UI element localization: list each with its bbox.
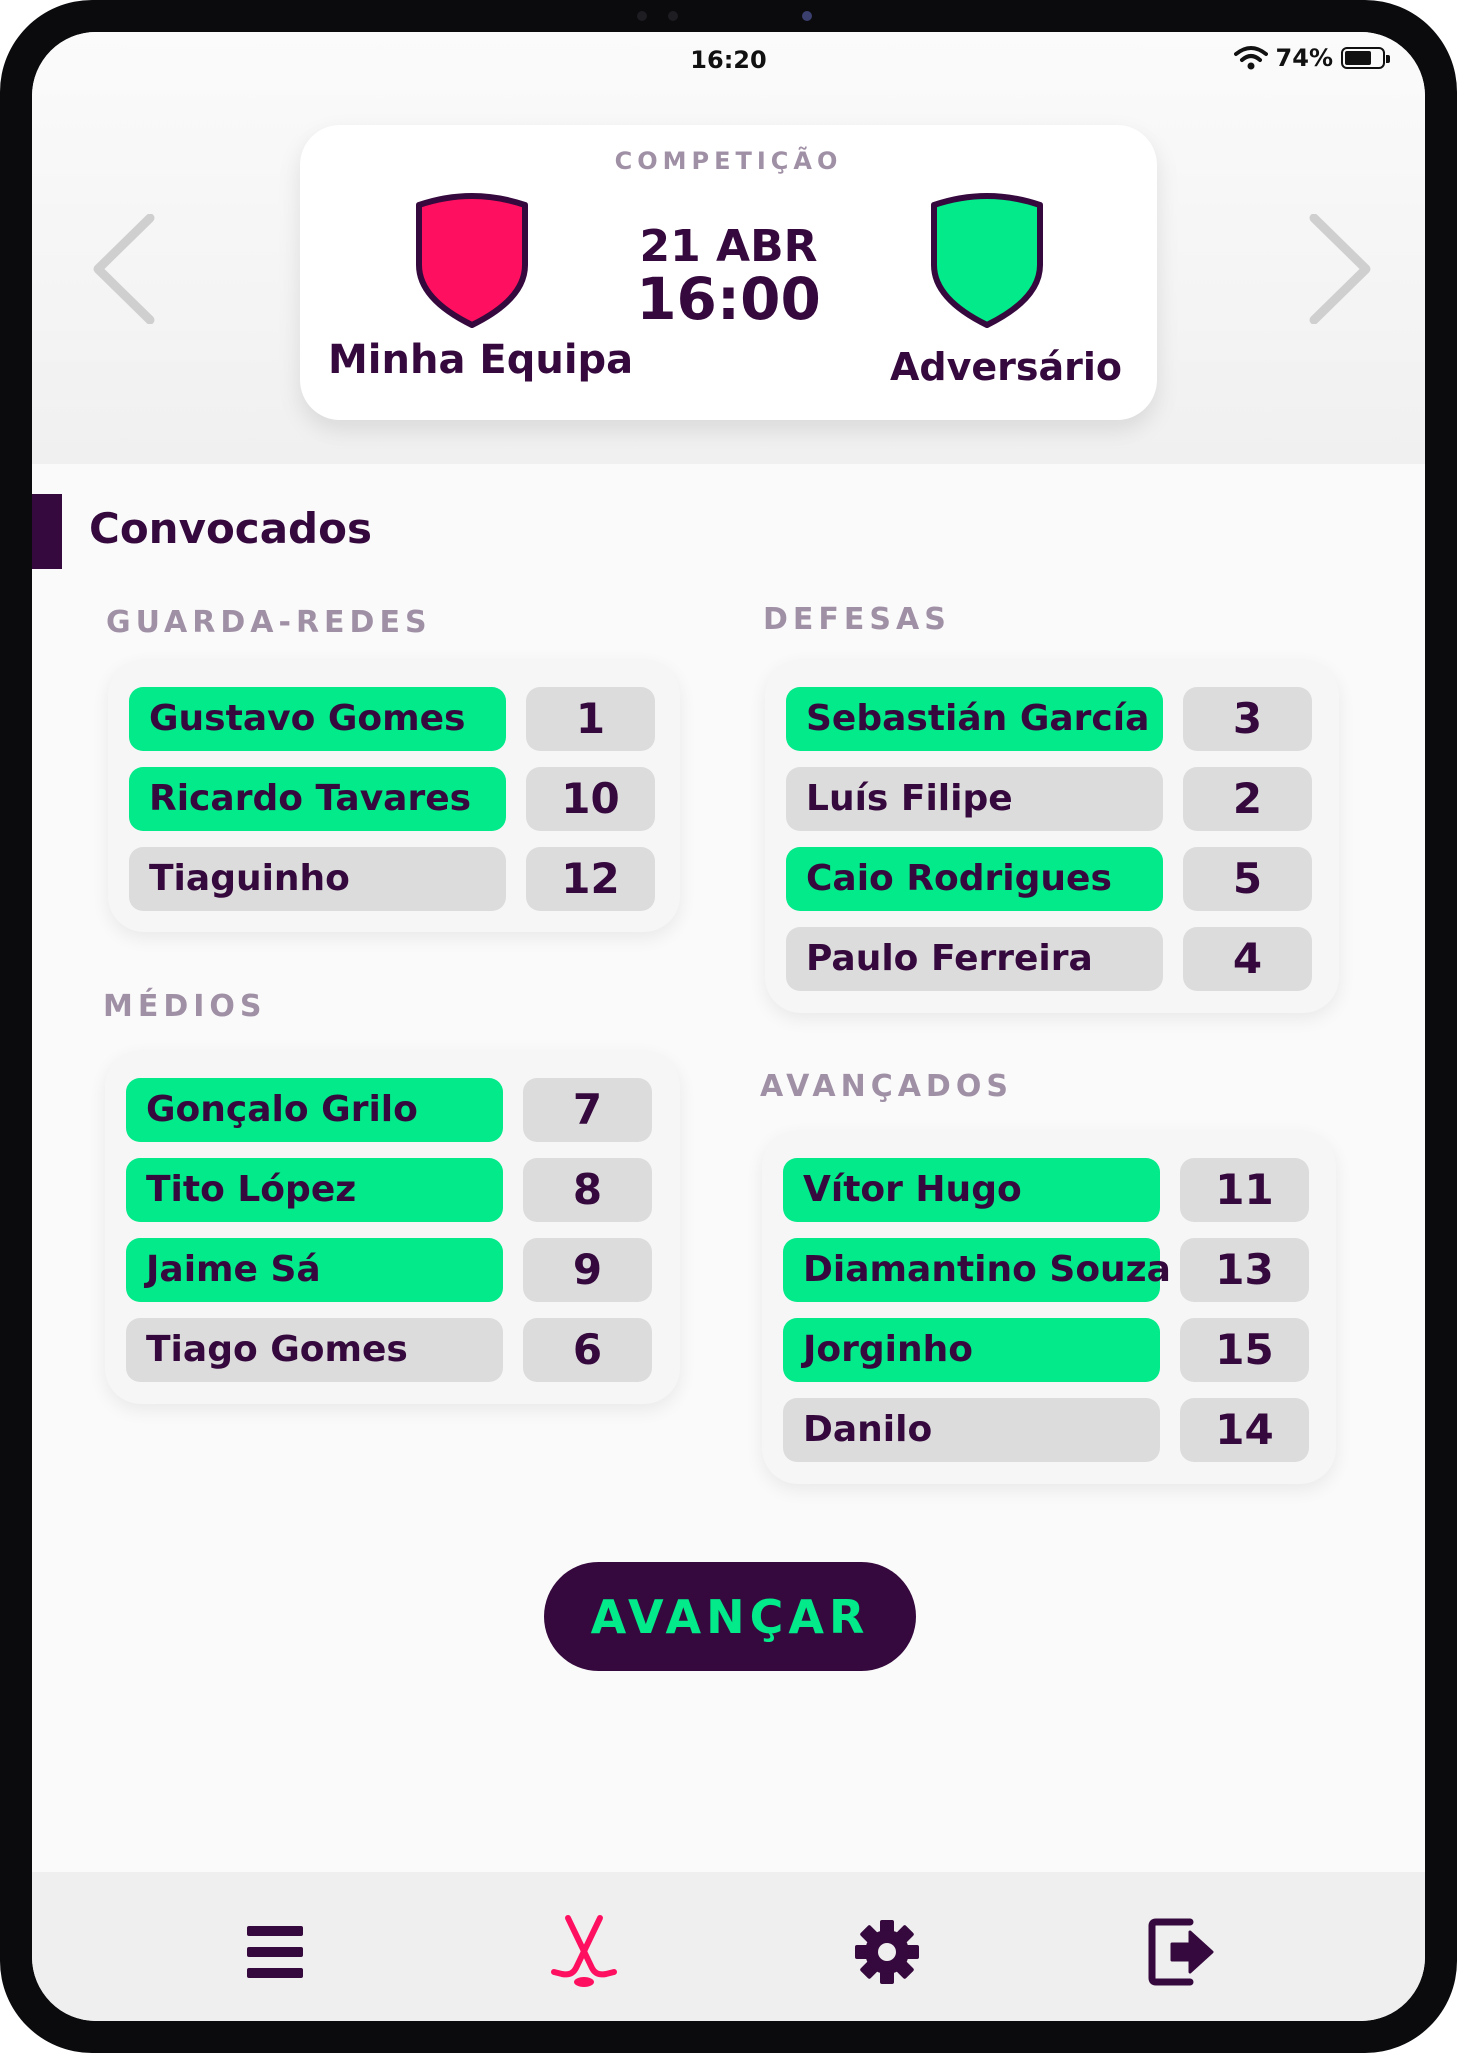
player-row[interactable]: Gustavo Gomes 1	[129, 687, 655, 751]
group-label-defenders: DEFESAS	[763, 602, 951, 637]
player-name[interactable]: Caio Rodrigues	[786, 847, 1163, 911]
section-accent-bar	[32, 494, 62, 569]
battery-icon	[1341, 47, 1390, 69]
player-number: 15	[1180, 1318, 1309, 1382]
player-row[interactable]: Danilo 14	[783, 1398, 1309, 1462]
player-name[interactable]: Tiaguinho	[129, 847, 506, 911]
group-midfielders: Gonçalo Grilo 7 Tito López 8 Jaime Sá 9 Tiago …	[105, 1051, 680, 1404]
player-name[interactable]: Tito López	[126, 1158, 503, 1222]
battery-percent: 74%	[1275, 44, 1333, 72]
group-goalkeepers: Gustavo Gomes 1 Ricardo Tavares 10 Tiaguinho…	[108, 660, 680, 932]
previous-match-icon[interactable]	[88, 214, 158, 324]
player-number: 11	[1180, 1158, 1309, 1222]
section-title: Convocados	[89, 504, 372, 553]
sensor-dot	[637, 11, 647, 21]
player-name[interactable]: Ricardo Tavares	[129, 767, 506, 831]
away-team-shield-icon	[931, 193, 1043, 328]
player-name[interactable]: Vítor Hugo	[783, 1158, 1160, 1222]
group-defenders: Sebastián García 3 Luís Filipe 2 Caio Rodrig…	[765, 660, 1339, 1013]
next-match-icon[interactable]	[1306, 214, 1376, 324]
wifi-icon	[1233, 46, 1268, 70]
player-row[interactable]: Ricardo Tavares 10	[129, 767, 655, 831]
player-number: 5	[1183, 847, 1312, 911]
player-row[interactable]: Diamantino Souza 13	[783, 1238, 1309, 1302]
player-number: 7	[523, 1078, 652, 1142]
player-number: 10	[526, 767, 655, 831]
player-number: 1	[526, 687, 655, 751]
player-row[interactable]: Tiago Gomes 6	[126, 1318, 652, 1382]
group-label-goalkeepers: GUARDA-REDES	[106, 605, 432, 640]
status-indicators: 74%	[1233, 44, 1390, 72]
battery-level	[1345, 51, 1371, 65]
player-name[interactable]: Jorginho	[783, 1318, 1160, 1382]
player-row[interactable]: Paulo Ferreira 4	[786, 927, 1312, 991]
gear-icon[interactable]	[847, 1912, 927, 1992]
camera	[802, 11, 812, 21]
player-number: 2	[1183, 767, 1312, 831]
player-name[interactable]: Tiago Gomes	[126, 1318, 503, 1382]
app-screen: 16:20 74% COMPETIÇÃO Minha Equipa 21 ABR…	[32, 32, 1425, 2021]
player-number: 3	[1183, 687, 1312, 751]
match-card: COMPETIÇÃO Minha Equipa 21 ABR 16:00 Adv…	[300, 125, 1157, 420]
player-number: 8	[523, 1158, 652, 1222]
hockey-sticks-icon[interactable]	[544, 1912, 624, 1992]
status-time: 16:20	[690, 46, 767, 74]
player-name[interactable]: Luís Filipe	[786, 767, 1163, 831]
player-name[interactable]: Diamantino Souza	[783, 1238, 1171, 1302]
player-row[interactable]: Sebastián García 3	[786, 687, 1312, 751]
player-name[interactable]: Jaime Sá	[126, 1238, 503, 1302]
competition-label: COMPETIÇÃO	[614, 147, 843, 175]
player-name[interactable]: Gustavo Gomes	[129, 687, 506, 751]
advance-button[interactable]: AVANÇAR	[544, 1562, 916, 1671]
player-number: 12	[526, 847, 655, 911]
player-row[interactable]: Jaime Sá 9	[126, 1238, 652, 1302]
away-team-name: Adversário	[890, 345, 1123, 389]
player-number: 4	[1183, 927, 1312, 991]
menu-icon[interactable]	[235, 1912, 315, 1992]
player-row[interactable]: Tito López 8	[126, 1158, 652, 1222]
sensor-dot	[668, 11, 678, 21]
logout-icon[interactable]	[1142, 1912, 1222, 1992]
group-label-midfielders: MÉDIOS	[103, 989, 267, 1024]
player-name[interactable]: Paulo Ferreira	[786, 927, 1163, 991]
group-label-forwards: AVANÇADOS	[760, 1069, 1013, 1104]
player-row[interactable]: Vítor Hugo 11	[783, 1158, 1309, 1222]
player-number: 9	[523, 1238, 652, 1302]
player-name[interactable]: Sebastián García	[786, 687, 1163, 751]
player-number: 14	[1180, 1398, 1309, 1462]
home-team-name: Minha Equipa	[328, 337, 634, 383]
player-row[interactable]: Caio Rodrigues 5	[786, 847, 1312, 911]
tablet-frame: 16:20 74% COMPETIÇÃO Minha Equipa 21 ABR…	[0, 0, 1457, 2053]
player-row[interactable]: Gonçalo Grilo 7	[126, 1078, 652, 1142]
group-forwards: Vítor Hugo 11 Diamantino Souza 13 Jorginho 15…	[762, 1131, 1336, 1484]
player-row[interactable]: Luís Filipe 2	[786, 767, 1312, 831]
player-name[interactable]: Danilo	[783, 1398, 1160, 1462]
player-number: 13	[1180, 1238, 1309, 1302]
player-number: 6	[523, 1318, 652, 1382]
player-row[interactable]: Tiaguinho 12	[129, 847, 655, 911]
player-name[interactable]: Gonçalo Grilo	[126, 1078, 503, 1142]
player-row[interactable]: Jorginho 15	[783, 1318, 1309, 1382]
